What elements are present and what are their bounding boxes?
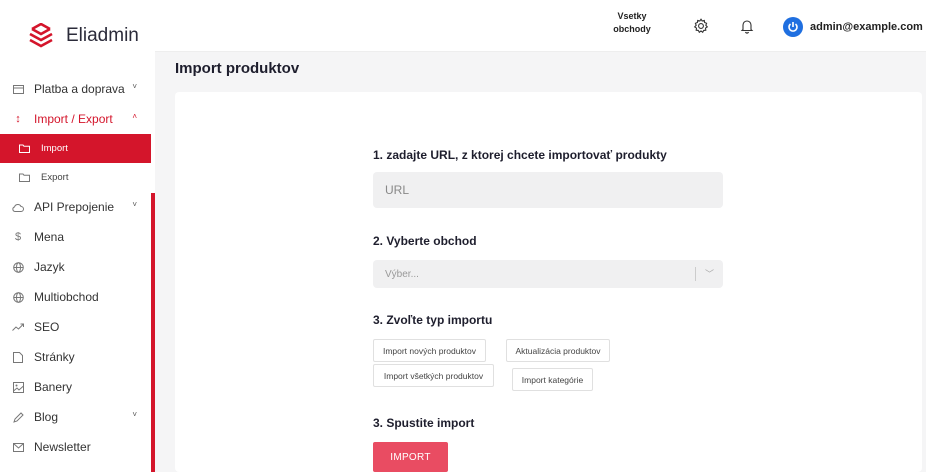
sort-arrows-icon: ↕ <box>15 113 21 125</box>
sidebar-item-label: Multiobchod <box>34 290 99 304</box>
sidebar-item-label: Stránky <box>34 350 75 364</box>
folder-icon <box>17 173 31 182</box>
url-input[interactable] <box>373 172 723 208</box>
sidebar-item-label: API Prepojenie <box>34 200 115 214</box>
chevron-down-icon: ﹀ <box>704 269 714 279</box>
sidebar-item-mena[interactable]: $ Mena <box>0 222 155 252</box>
sidebar-item-label: Jazyk <box>34 260 65 274</box>
trend-icon <box>11 323 25 331</box>
sidebar-subitem-import[interactable]: Import <box>0 134 151 163</box>
cloud-icon <box>11 203 25 212</box>
power-icon <box>788 22 798 32</box>
sidebar-item-newsletter[interactable]: Newsletter <box>0 432 155 462</box>
step1-title: 1. zadajte URL, z ktorej chcete importov… <box>373 148 667 162</box>
step2-title: 2. Vyberte obchod <box>373 234 477 248</box>
sidebar-item-multiobchod[interactable]: Multiobchod <box>0 282 155 312</box>
sidebar-item-banery[interactable]: Banery <box>0 372 155 402</box>
brand-logo-icon <box>29 23 53 48</box>
store-select-placeholder: Výber... <box>385 268 419 280</box>
import-card: 1. zadajte URL, z ktorej chcete importov… <box>175 92 922 472</box>
sidebar-item-label: Newsletter <box>34 440 91 454</box>
select-separator <box>695 267 696 281</box>
sidebar-item-label: SEO <box>34 320 60 334</box>
user-email: admin@example.com <box>810 21 923 33</box>
sidebar-item-blog[interactable]: Blog ˅ <box>0 402 155 432</box>
chevron-down-icon: ˅ <box>132 410 137 419</box>
sidebar-item-label: Import / Export <box>34 112 113 126</box>
brand-name: Eliadmin <box>66 25 139 46</box>
chevron-up-icon: ˄ <box>132 112 137 121</box>
chevron-down-icon: ˅ <box>132 200 137 209</box>
sidebar-item-seo[interactable]: SEO <box>0 312 155 342</box>
sidebar-item-api-prepojenie[interactable]: API Prepojenie ˅ <box>0 192 155 222</box>
folder-icon <box>17 144 31 153</box>
sidebar-subitem-label: Export <box>41 172 69 183</box>
logo[interactable]: Eliadmin <box>0 0 155 72</box>
sidebar-scrollbar[interactable] <box>151 193 155 472</box>
step4-title: 3. Spustite import <box>373 416 475 430</box>
mail-icon <box>11 442 25 452</box>
sidebar-item-platba-a-doprava[interactable]: Platba a doprava ˅ <box>0 74 155 104</box>
sidebar-item-label: Mena <box>34 230 65 244</box>
sidebar: Eliadmin Platba a doprava ˅ ↕ Import / E… <box>0 0 155 472</box>
card-icon <box>11 84 25 94</box>
sidebar-item-label: Blog <box>34 410 59 424</box>
import-type-category[interactable]: Import kategórie <box>512 368 593 391</box>
import-type-all-products[interactable]: Import všetkých produktov <box>373 364 494 387</box>
user-menu[interactable]: admin@example.com ▾ <box>783 17 926 37</box>
page-title: Import produktov <box>175 60 300 77</box>
sidebar-item-stranky[interactable]: Stránky <box>0 342 155 372</box>
page-icon <box>11 351 25 363</box>
chevron-down-icon: ˅ <box>132 82 137 91</box>
step3-title: 3. Zvoľte typ importu <box>373 313 493 327</box>
avatar <box>783 17 803 37</box>
import-type-new-products[interactable]: Import nových produktov <box>373 339 486 362</box>
sidebar-item-label: Banery <box>34 380 73 394</box>
sidebar-subitem-export[interactable]: Export <box>0 163 155 192</box>
store-switch[interactable]: Vsetky obchody <box>611 10 653 36</box>
dollar-icon: $ <box>14 231 22 243</box>
import-button[interactable]: IMPORT <box>373 442 448 472</box>
sidebar-nav: Platba a doprava ˅ ↕ Import / Export ˄ I… <box>0 74 155 462</box>
bell-icon[interactable] <box>739 18 755 34</box>
store-select[interactable]: Výber... ﹀ <box>373 260 723 288</box>
sidebar-item-import-export[interactable]: ↕ Import / Export ˄ <box>0 104 155 134</box>
import-type-update-products[interactable]: Aktualizácia produktov <box>506 339 610 362</box>
globe-icon <box>11 291 25 303</box>
pen-icon <box>11 411 25 423</box>
image-icon <box>11 381 25 393</box>
sidebar-item-label: Platba a doprava <box>34 82 125 96</box>
sidebar-subitem-label: Import <box>41 143 68 154</box>
topbar: Vsetky obchody admin@example.com ▾ <box>155 0 926 52</box>
sidebar-item-jazyk[interactable]: Jazyk <box>0 252 155 282</box>
gear-icon[interactable] <box>693 18 709 34</box>
globe-icon <box>11 261 25 273</box>
